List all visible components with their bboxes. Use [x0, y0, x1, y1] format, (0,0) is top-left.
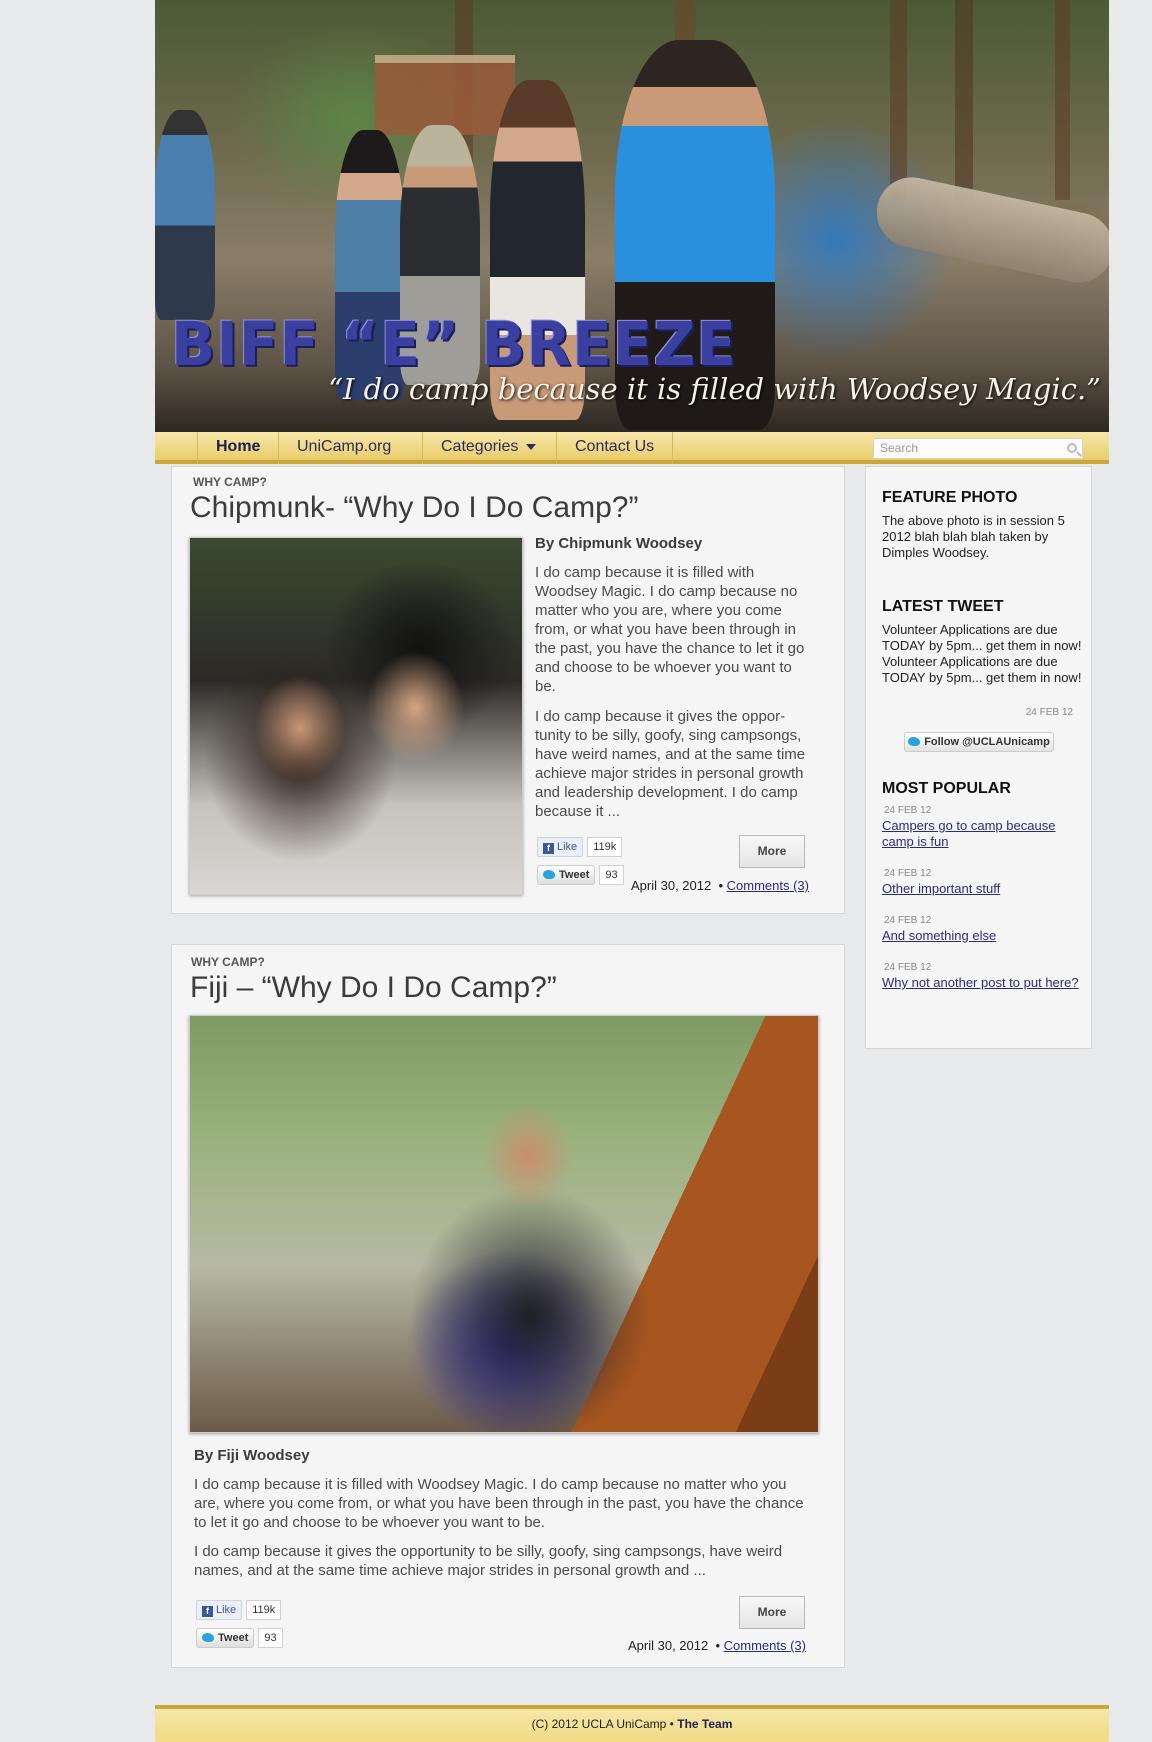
post-date: April 30, 2012 [631, 878, 712, 893]
nav-home[interactable]: Home [197, 432, 278, 464]
tweet-widget[interactable]: Tweet 93 [196, 1628, 283, 1648]
post-paragraph: I do camp because it is filled with Wood… [535, 564, 805, 695]
post-card: WHY CAMP? Chipmunk- “Why Do I Do Camp?” … [171, 466, 845, 914]
sidebar: FEATURE PHOTO The above photo is in sess… [865, 466, 1092, 1049]
popular-link[interactable]: Why not another post to put here? [882, 975, 1082, 991]
like-button[interactable]: f Like [537, 837, 584, 857]
post-byline: By Fiji Woodsey [194, 1447, 310, 1464]
more-button[interactable]: More [739, 1596, 805, 1629]
nav-categories-label: Categories [441, 438, 519, 455]
header-banner: BIFF “E” BREEZE “I do camp because it is… [155, 0, 1109, 432]
nav-contact[interactable]: Contact Us [556, 432, 674, 464]
popular-date: 24 FEB 12 [884, 962, 932, 973]
popular-link[interactable]: Campers go to camp because camp is fun [882, 818, 1082, 850]
follow-twitter-button[interactable]: Follow @UCLAUnicamp [904, 732, 1054, 752]
post-paragraph: I do camp because it gives the oppor­tun… [535, 708, 806, 820]
twitter-bird-icon [202, 1633, 214, 1642]
footer: (C) 2012 UCLA UniCamp • The Team [155, 1705, 1109, 1742]
latest-tweet-text: Volunteer Applications are due TODAY by … [882, 622, 1082, 685]
comments-link[interactable]: Comments (3) [727, 878, 809, 893]
post-card: WHY CAMP? Fiji – “Why Do I Do Camp?” By … [171, 944, 845, 1668]
post-title[interactable]: Fiji – “Why Do I Do Camp?” [190, 971, 557, 1005]
banner-cabin [375, 55, 515, 135]
tweet-button[interactable]: Tweet [537, 865, 596, 885]
feature-photo-heading: FEATURE PHOTO [882, 489, 1018, 506]
tweet-widget[interactable]: Tweet 93 [537, 865, 624, 885]
post-photo[interactable] [189, 537, 523, 895]
post-meta: April 30, 2012 • Comments (3) [631, 878, 809, 893]
popular-link[interactable]: Other important stuff [882, 881, 1082, 897]
most-popular-heading: MOST POPULAR [882, 780, 1011, 797]
like-count: 119k [587, 837, 623, 857]
search-icon[interactable] [1067, 443, 1077, 453]
popular-date: 24 FEB 12 [884, 868, 932, 879]
facebook-icon: f [543, 843, 554, 854]
post-paragraph: I do camp because it is filled with Wood… [194, 1476, 804, 1531]
comments-link[interactable]: Comments (3) [724, 1638, 806, 1653]
feature-photo-text: The above photo is in session 5 2012 bla… [882, 513, 1065, 560]
more-button[interactable]: More [739, 835, 805, 868]
search-placeholder: Search [880, 441, 919, 455]
tweet-label: Tweet [218, 1632, 249, 1644]
popular-date: 24 FEB 12 [884, 915, 932, 926]
follow-label: Follow @UCLAUnicamp [924, 736, 1050, 748]
post-photo[interactable] [189, 1015, 819, 1433]
banner-name: BIFF “E” BREEZE [171, 308, 738, 380]
latest-tweet-heading: LATEST TWEET [882, 598, 1004, 615]
facebook-icon: f [202, 1606, 213, 1617]
like-button[interactable]: f Like [196, 1600, 243, 1620]
facebook-like[interactable]: f Like 119k [196, 1600, 282, 1620]
post-paragraph: I do camp because it gives the opportuni… [194, 1543, 783, 1579]
popular-date: 24 FEB 12 [884, 805, 932, 816]
like-label: Like [557, 841, 578, 853]
main-nav: Home UniCamp.org Categories Contact Us S… [155, 432, 1109, 464]
tweet-count: 93 [599, 865, 624, 885]
facebook-like[interactable]: f Like 119k [537, 837, 623, 857]
nav-unicamp[interactable]: UniCamp.org [278, 432, 422, 464]
banner-person [155, 110, 215, 320]
nav-categories[interactable]: Categories [422, 432, 557, 464]
post-title[interactable]: Chipmunk- “Why Do I Do Camp?” [190, 491, 638, 525]
footer-copyright: (C) 2012 UCLA UniCamp • [531, 1717, 674, 1731]
post-category[interactable]: WHY CAMP? [193, 475, 267, 489]
like-count: 119k [246, 1600, 282, 1620]
post-meta: April 30, 2012 • Comments (3) [628, 1638, 806, 1653]
twitter-bird-icon [908, 737, 921, 746]
post-category[interactable]: WHY CAMP? [191, 955, 265, 969]
popular-link[interactable]: And something else [882, 928, 1082, 944]
search-input[interactable]: Search [873, 438, 1083, 459]
tweet-count: 93 [258, 1628, 283, 1648]
chevron-down-icon [526, 443, 537, 450]
post-byline: By Chipmunk Woodsey [535, 535, 703, 552]
like-label: Like [216, 1604, 237, 1616]
footer-team-link[interactable]: The Team [677, 1717, 732, 1731]
twitter-bird-icon [543, 870, 555, 879]
tweet-label: Tweet [559, 869, 590, 881]
post-date: April 30, 2012 [628, 1638, 709, 1653]
tweet-date: 24 FEB 12 [1025, 707, 1073, 718]
tweet-button[interactable]: Tweet [196, 1628, 255, 1648]
banner-quote: “I do camp because it is filled with Woo… [328, 372, 1101, 406]
